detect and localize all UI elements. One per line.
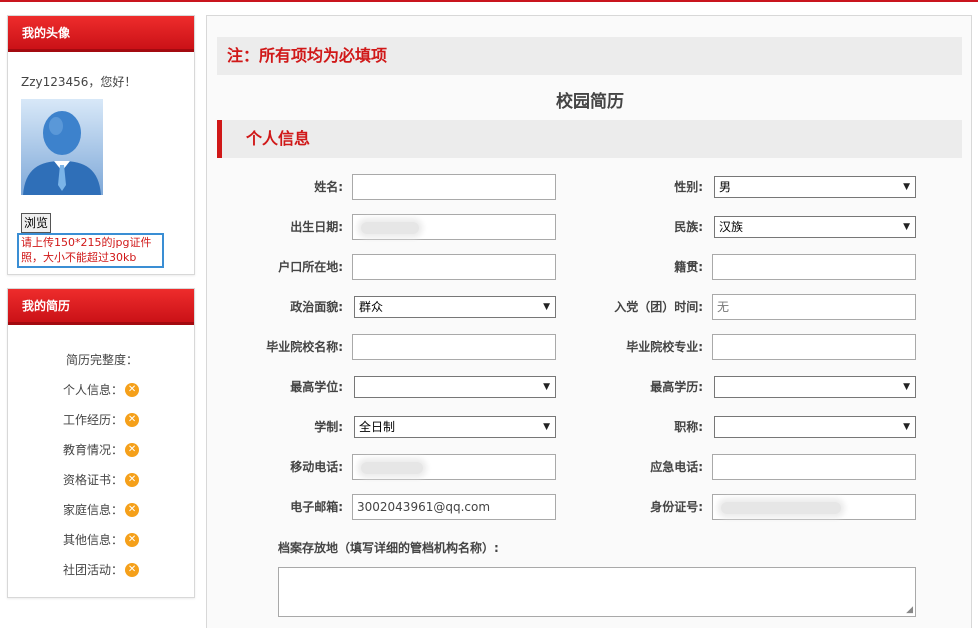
education-label: 最高学历: xyxy=(650,380,703,394)
archive-textarea[interactable]: ◢ xyxy=(278,567,916,617)
emergency-phone-label: 应急电话: xyxy=(650,460,703,474)
education-select[interactable]: ▼ xyxy=(714,376,916,398)
top-accent-line xyxy=(0,0,978,2)
ethnicity-select[interactable]: 汉族 ▼ xyxy=(714,216,916,238)
gender-label: 性别: xyxy=(674,180,703,194)
avatar xyxy=(21,99,103,195)
resize-grip-icon[interactable]: ◢ xyxy=(906,605,913,615)
resume-item-work[interactable]: 工作经历： ✕ xyxy=(63,411,140,429)
resume-item-family[interactable]: 家庭信息： ✕ xyxy=(63,501,140,519)
ethnicity-value: 汉族 xyxy=(719,220,744,234)
mobile-input[interactable] xyxy=(352,454,556,480)
close-circle-icon: ✕ xyxy=(125,503,140,517)
chevron-down-icon: ▼ xyxy=(903,182,910,192)
chevron-down-icon: ▼ xyxy=(903,222,910,232)
major-input[interactable] xyxy=(712,334,916,360)
hukou-label: 户口所在地: xyxy=(278,260,343,274)
browse-button[interactable]: 浏览 xyxy=(21,213,52,233)
close-circle-icon: ✕ xyxy=(125,443,140,457)
party-join-time-input[interactable]: 无 xyxy=(712,294,916,320)
close-circle-icon: ✕ xyxy=(125,473,140,487)
school-input[interactable] xyxy=(352,334,556,360)
completeness-label: 简历完整度： xyxy=(65,353,138,367)
mobile-label: 移动电话: xyxy=(290,460,343,474)
close-circle-icon: ✕ xyxy=(125,533,140,547)
chevron-down-icon: ▼ xyxy=(543,302,550,312)
gender-value: 男 xyxy=(719,180,732,194)
redaction-blur xyxy=(361,222,419,234)
close-circle-icon: ✕ xyxy=(125,563,140,577)
archive-label: 档案存放地（填写详细的管档机构名称）: xyxy=(278,541,499,555)
resume-item-label: 个人信息： xyxy=(63,383,124,397)
id-number-input[interactable] xyxy=(712,494,916,520)
resume-item-label: 工作经历： xyxy=(63,413,124,427)
close-circle-icon: ✕ xyxy=(125,383,140,397)
emergency-phone-input[interactable] xyxy=(712,454,916,480)
resume-item-label: 教育情况： xyxy=(63,443,124,457)
redaction-blur xyxy=(361,462,423,474)
name-label: 姓名: xyxy=(314,180,343,194)
degree-select[interactable]: ▼ xyxy=(354,376,556,398)
birthdate-input[interactable] xyxy=(352,214,556,240)
birthdate-label: 出生日期: xyxy=(290,220,343,234)
resume-form: 注：所有项均为必填项 校园简历 个人信息 姓名: 性别: 男 ▼ 出生日期: 民族… xyxy=(206,15,972,628)
chevron-down-icon: ▼ xyxy=(903,382,910,392)
job-title-select[interactable]: ▼ xyxy=(714,416,916,438)
resume-item-clubs[interactable]: 社团活动： ✕ xyxy=(63,561,140,579)
close-circle-icon: ✕ xyxy=(125,413,140,427)
id-number-label: 身份证号: xyxy=(650,500,703,514)
resume-item-label: 其他信息： xyxy=(63,533,124,547)
resume-item-label: 社团活动： xyxy=(63,563,124,577)
party-join-time-label: 入党（团）时间: xyxy=(614,300,703,314)
greeting-text: Zzy123456，您好！ xyxy=(21,75,137,89)
upload-tip: 请上传150*215的jpg证件照，大小不能超过30kb xyxy=(17,233,164,268)
resume-item-label: 资格证书： xyxy=(63,473,124,487)
default-avatar-icon xyxy=(21,99,103,195)
chevron-down-icon: ▼ xyxy=(543,382,550,392)
political-status-value: 群众 xyxy=(359,300,384,314)
school-label: 毕业院校名称: xyxy=(266,340,343,354)
chevron-down-icon: ▼ xyxy=(543,422,550,432)
page-title: 校园简历 xyxy=(556,92,624,112)
major-label: 毕业院校专业: xyxy=(626,340,703,354)
avatar-panel: 我的头像 Zzy123456，您好！ 浏览 请上传150*215的jpg证件照，… xyxy=(7,15,195,275)
study-mode-select[interactable]: 全日制 ▼ xyxy=(354,416,556,438)
gender-select[interactable]: 男 ▼ xyxy=(714,176,916,198)
resume-item-education[interactable]: 教育情况： ✕ xyxy=(63,441,140,459)
ethnicity-label: 民族: xyxy=(674,220,703,234)
resume-item-other[interactable]: 其他信息： ✕ xyxy=(63,531,140,549)
study-mode-label: 学制: xyxy=(314,420,343,434)
native-place-label: 籍贯: xyxy=(674,260,703,274)
hukou-input[interactable] xyxy=(352,254,556,280)
study-mode-value: 全日制 xyxy=(359,420,396,434)
political-status-select[interactable]: 群众 ▼ xyxy=(354,296,556,318)
avatar-panel-title: 我的头像 xyxy=(8,16,194,52)
political-status-label: 政治面貌: xyxy=(290,300,343,314)
section-title-personal: 个人信息 xyxy=(217,120,962,158)
chevron-down-icon: ▼ xyxy=(903,422,910,432)
resume-panel: 我的简历 简历完整度： 个人信息： ✕ 工作经历： ✕ 教育情况： ✕ 资格证书： ✕ … xyxy=(7,288,195,598)
redaction-blur xyxy=(721,502,841,514)
native-place-input[interactable] xyxy=(712,254,916,280)
resume-panel-title: 我的简历 xyxy=(8,289,194,325)
resume-item-certificates[interactable]: 资格证书： ✕ xyxy=(63,471,140,489)
required-notice: 注：所有项均为必填项 xyxy=(217,37,962,75)
degree-label: 最高学位: xyxy=(290,380,343,394)
email-label: 电子邮箱: xyxy=(290,500,343,514)
email-input[interactable]: 3002043961@qq.com xyxy=(352,494,556,520)
resume-item-personal[interactable]: 个人信息： ✕ xyxy=(63,381,140,399)
name-input[interactable] xyxy=(352,174,556,200)
job-title-label: 职称: xyxy=(674,420,703,434)
resume-item-label: 家庭信息： xyxy=(63,503,124,517)
